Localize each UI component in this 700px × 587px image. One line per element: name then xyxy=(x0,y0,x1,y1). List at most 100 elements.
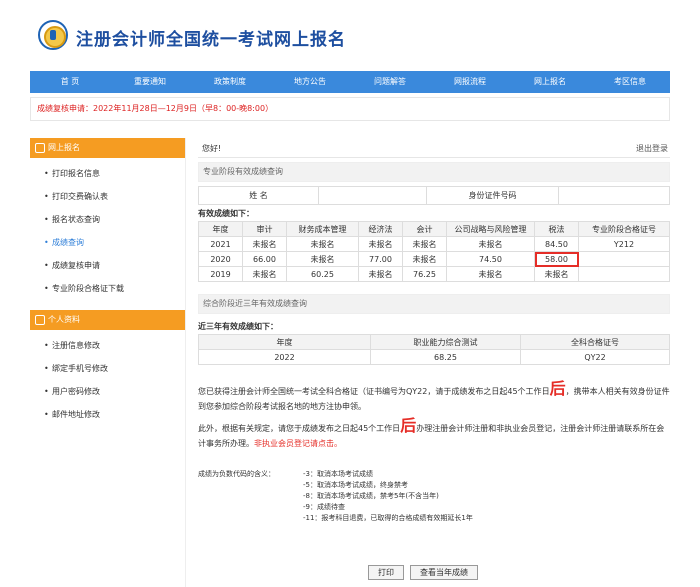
note-item: -3：取消本场考试成绩 xyxy=(303,470,373,478)
cell-strategy: 未报名 xyxy=(446,266,535,282)
cell-finance: 60.25 xyxy=(286,266,359,282)
professional-score-table: 年度 审计 财务成本管理 经济法 会计 公司战略与风险管理 税法 专业阶段合格证… xyxy=(198,221,670,282)
menu-item-status-query[interactable]: 报名状态查询 xyxy=(44,208,185,231)
id-value xyxy=(558,186,670,205)
cell-audit: 未报名 xyxy=(242,266,287,282)
cell-law: 77.00 xyxy=(358,251,403,267)
cell-accounting: 未报名 xyxy=(402,251,447,267)
notes-list: -3：取消本场考试成绩 -5：取消本场考试成绩，终身禁考 -8：取消本场考试成绩… xyxy=(303,469,473,524)
cell-syn-year: 2022 xyxy=(198,349,371,365)
synthesis-label: 近三年有效成绩如下： xyxy=(198,322,278,331)
header-law: 经济法 xyxy=(358,221,403,237)
cell-finance: 未报名 xyxy=(286,236,359,252)
cell-certificate xyxy=(578,266,670,282)
cell-audit: 66.00 xyxy=(242,251,287,267)
menu-item-print-payment[interactable]: 打印交费确认表 xyxy=(44,185,185,208)
cell-year: 2021 xyxy=(198,236,243,252)
menu-item-edit-password[interactable]: 用户密码修改 xyxy=(44,380,185,403)
nav-exam-area[interactable]: 考区信息 xyxy=(590,71,670,93)
highlighted-tax-cell: 58.00 xyxy=(534,251,579,267)
cell-syn-cert: QY22 xyxy=(520,349,670,365)
name-label: 姓 名 xyxy=(198,186,319,205)
cell-law: 未报名 xyxy=(358,236,403,252)
header-finance: 财务成本管理 xyxy=(286,221,359,237)
nav-faq[interactable]: 问题解答 xyxy=(350,71,430,93)
cell-accounting: 未报名 xyxy=(402,236,447,252)
synthesis-section: 综合阶段近三年有效成绩查询 xyxy=(198,294,670,314)
name-value xyxy=(318,186,427,205)
table-row: 2021 未报名 未报名 未报名 未报名 未报名 84.50 Y212 xyxy=(198,236,670,252)
header-syn-test: 职业能力综合测试 xyxy=(370,334,521,350)
print-button[interactable]: 打印 xyxy=(368,565,404,580)
header-accounting: 会计 xyxy=(402,221,447,237)
table-row: 2019 未报名 60.25 未报名 76.25 未报名 未报名 xyxy=(198,266,670,282)
left-sidebar: 网上报名 打印报名信息 打印交费确认表 报名状态查询 成绩查询 成绩复核申请 专… xyxy=(30,138,186,587)
note-item: -9：成绩待查 xyxy=(303,503,345,511)
menu-item-score-review[interactable]: 成绩复核申请 xyxy=(44,254,185,277)
logout-link[interactable]: 退出登录 xyxy=(636,143,668,154)
certificate-note: 您已获得注册会计师全国统一考试全科合格证（证书编号为QY22，请于成绩发布之日起… xyxy=(198,379,670,412)
header-strategy: 公司战略与风险管理 xyxy=(446,221,535,237)
negative-score-notes: 成绩为负数代码的含义： -3：取消本场考试成绩 -5：取消本场考试成绩，终身禁考… xyxy=(198,469,670,524)
menu-section-registration: 网上报名 xyxy=(30,138,185,158)
welcome-text: 您好! xyxy=(202,144,222,153)
cell-law: 未报名 xyxy=(358,266,403,282)
seal-logo-icon xyxy=(38,20,68,50)
profile-card-icon xyxy=(35,315,45,325)
cell-strategy: 74.50 xyxy=(446,251,535,267)
cell-certificate: Y212 xyxy=(578,236,670,252)
id-label: 身份证件号码 xyxy=(426,186,559,205)
header-tax: 税法 xyxy=(534,221,579,237)
menu-list-registration: 打印报名信息 打印交费确认表 报名状态查询 成绩查询 成绩复核申请 专业阶段合格… xyxy=(30,158,185,310)
registration-note: 此外，根据有关规定，请您于成绩发布之日起45个工作日后办理注册会计师注册和非执业… xyxy=(198,416,665,449)
nav-home[interactable]: 首 页 xyxy=(30,71,110,93)
view-current-score-button[interactable]: 查看当年成绩 xyxy=(410,565,478,580)
nav-notices[interactable]: 重要通知 xyxy=(110,71,190,93)
note-item: -11：报考科目退费，已取得的合格成绩有效期延长1年 xyxy=(303,514,473,522)
review-notice: 成绩复核申请：2022年11月28日—12月9日（早8：00-晚8:00） xyxy=(30,97,670,121)
menu-item-edit-email[interactable]: 邮件地址修改 xyxy=(44,403,185,426)
monitor-icon xyxy=(35,143,45,153)
cell-audit: 未报名 xyxy=(242,236,287,252)
action-buttons: 打印 查看当年成绩 xyxy=(368,565,478,580)
cell-year: 2019 xyxy=(198,266,243,282)
candidate-info-table: 姓 名 身份证件号码 xyxy=(198,186,670,205)
nav-online-registration[interactable]: 网上报名 xyxy=(510,71,590,93)
nav-process[interactable]: 网报流程 xyxy=(430,71,510,93)
cell-strategy: 未报名 xyxy=(446,236,535,252)
header-syn-year: 年度 xyxy=(198,334,371,350)
table-row: 2022 68.25 QY22 xyxy=(198,349,670,365)
cell-tax: 未报名 xyxy=(534,266,579,282)
cell-finance: 未报名 xyxy=(286,251,359,267)
synthesis-score-table: 年度 职业能力综合测试 全科合格证号 2022 68.25 QY22 xyxy=(198,334,670,365)
cell-accounting: 76.25 xyxy=(402,266,447,282)
cell-tax: 84.50 xyxy=(534,236,579,252)
cell-syn-score: 68.25 xyxy=(370,349,521,365)
menu-item-edit-registration[interactable]: 注册信息修改 xyxy=(44,334,185,357)
menu-section-profile: 个人资料 xyxy=(30,310,185,330)
menu-item-edit-phone[interactable]: 绑定手机号修改 xyxy=(44,357,185,380)
pro-score-section: 专业阶段有效成绩查询 xyxy=(198,162,670,182)
header-syn-cert: 全科合格证号 xyxy=(520,334,670,350)
main-content: 您好! 退出登录 专业阶段有效成绩查询 姓 名 身份证件号码 有效成绩如下： 年… xyxy=(198,138,670,587)
nav-local-announcements[interactable]: 地方公告 xyxy=(270,71,350,93)
header-audit: 审计 xyxy=(242,221,287,237)
table-row: 2020 66.00 未报名 77.00 未报名 74.50 58.00 xyxy=(198,251,670,267)
top-nav: 首 页 重要通知 政策制度 地方公告 问题解答 网报流程 网上报名 考区信息 xyxy=(30,71,670,93)
header: 注册会计师全国统一考试网上报名 xyxy=(0,0,700,70)
menu-item-print-registration[interactable]: 打印报名信息 xyxy=(44,162,185,185)
note-item: -8：取消本场考试成绩，禁考5年(不含当年) xyxy=(303,492,439,500)
valid-score-label: 有效成绩如下： xyxy=(198,209,254,218)
nav-policy[interactable]: 政策制度 xyxy=(190,71,270,93)
welcome-row: 您好! 退出登录 xyxy=(198,138,670,158)
menu-item-score-query[interactable]: 成绩查询 xyxy=(44,231,185,254)
non-practising-link[interactable]: 非执业会员登记请点击。 xyxy=(254,439,342,448)
notes-label: 成绩为负数代码的含义： xyxy=(198,470,275,478)
header-certificate: 专业阶段合格证号 xyxy=(578,221,670,237)
cell-year: 2020 xyxy=(198,251,243,267)
menu-item-cert-download[interactable]: 专业阶段合格证下载 xyxy=(44,277,185,300)
site-title: 注册会计师全国统一考试网上报名 xyxy=(76,30,346,50)
cell-certificate xyxy=(578,251,670,267)
header-year: 年度 xyxy=(198,221,243,237)
note-item: -5：取消本场考试成绩，终身禁考 xyxy=(303,481,408,489)
